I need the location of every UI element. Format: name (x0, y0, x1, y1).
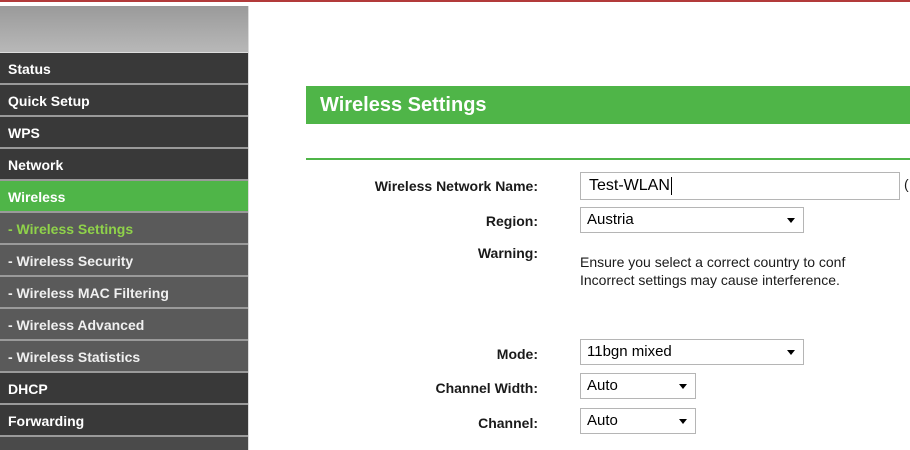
sidebar-item-wireless-advanced[interactable]: - Wireless Advanced (0, 309, 248, 341)
chevron-down-icon (679, 384, 687, 389)
sidebar-item-wireless-settings[interactable]: - Wireless Settings (0, 213, 248, 245)
title-divider (306, 158, 910, 160)
frame-divider (248, 6, 256, 450)
sidebar-item-status[interactable]: Status (0, 53, 248, 85)
mode-value: 11bgn mixed (587, 343, 672, 360)
page-title: Wireless Settings (306, 86, 910, 124)
sidebar-item-quick-setup[interactable]: Quick Setup (0, 85, 248, 117)
sidebar-item-wireless-statistics[interactable]: - Wireless Statistics (0, 341, 248, 373)
warning-line-2: Incorrect settings may cause interferenc… (580, 272, 840, 288)
main-content: Wireless Settings Wireless Network Name:… (258, 6, 910, 450)
chevron-down-icon (679, 419, 687, 424)
sidebar-menu: Status Quick Setup WPS Network Wireless … (0, 6, 248, 450)
warning-text: Ensure you select a correct country to c… (580, 253, 845, 289)
network-name-label: Wireless Network Name: (374, 178, 538, 194)
warning-label: Warning: (477, 245, 538, 261)
warning-line-1: Ensure you select a correct country to c… (580, 254, 846, 270)
channel-value: Auto (587, 412, 618, 429)
channel-select[interactable]: Auto (580, 408, 696, 434)
channel-label: Channel: (478, 415, 538, 431)
sidebar-item-wireless[interactable]: Wireless (0, 181, 248, 213)
region-label: Region: (485, 213, 538, 229)
sidebar-item-wireless-mac-filtering[interactable]: - Wireless MAC Filtering (0, 277, 248, 309)
chevron-down-icon (787, 218, 795, 223)
network-name-hint: ( (904, 176, 909, 192)
sidebar-header (0, 6, 248, 53)
channel-width-select[interactable]: Auto (580, 373, 696, 399)
channel-width-value: Auto (587, 377, 618, 394)
channel-width-label: Channel Width: (435, 380, 538, 396)
chevron-down-icon (787, 350, 795, 355)
sidebar-item-network[interactable]: Network (0, 149, 248, 181)
network-name-value: Test-WLAN (589, 177, 670, 194)
mode-label: Mode: (496, 346, 538, 362)
sidebar-item-wireless-security[interactable]: - Wireless Security (0, 245, 248, 277)
mode-select[interactable]: 11bgn mixed (580, 339, 804, 365)
sidebar-item-wps[interactable]: WPS (0, 117, 248, 149)
sidebar-item-dhcp[interactable]: DHCP (0, 373, 248, 405)
region-select[interactable]: Austria (580, 207, 804, 233)
text-caret (670, 176, 672, 195)
network-name-input[interactable]: Test-WLAN (580, 172, 900, 200)
sidebar-item-forwarding[interactable]: Forwarding (0, 405, 248, 437)
region-value: Austria (587, 211, 634, 228)
